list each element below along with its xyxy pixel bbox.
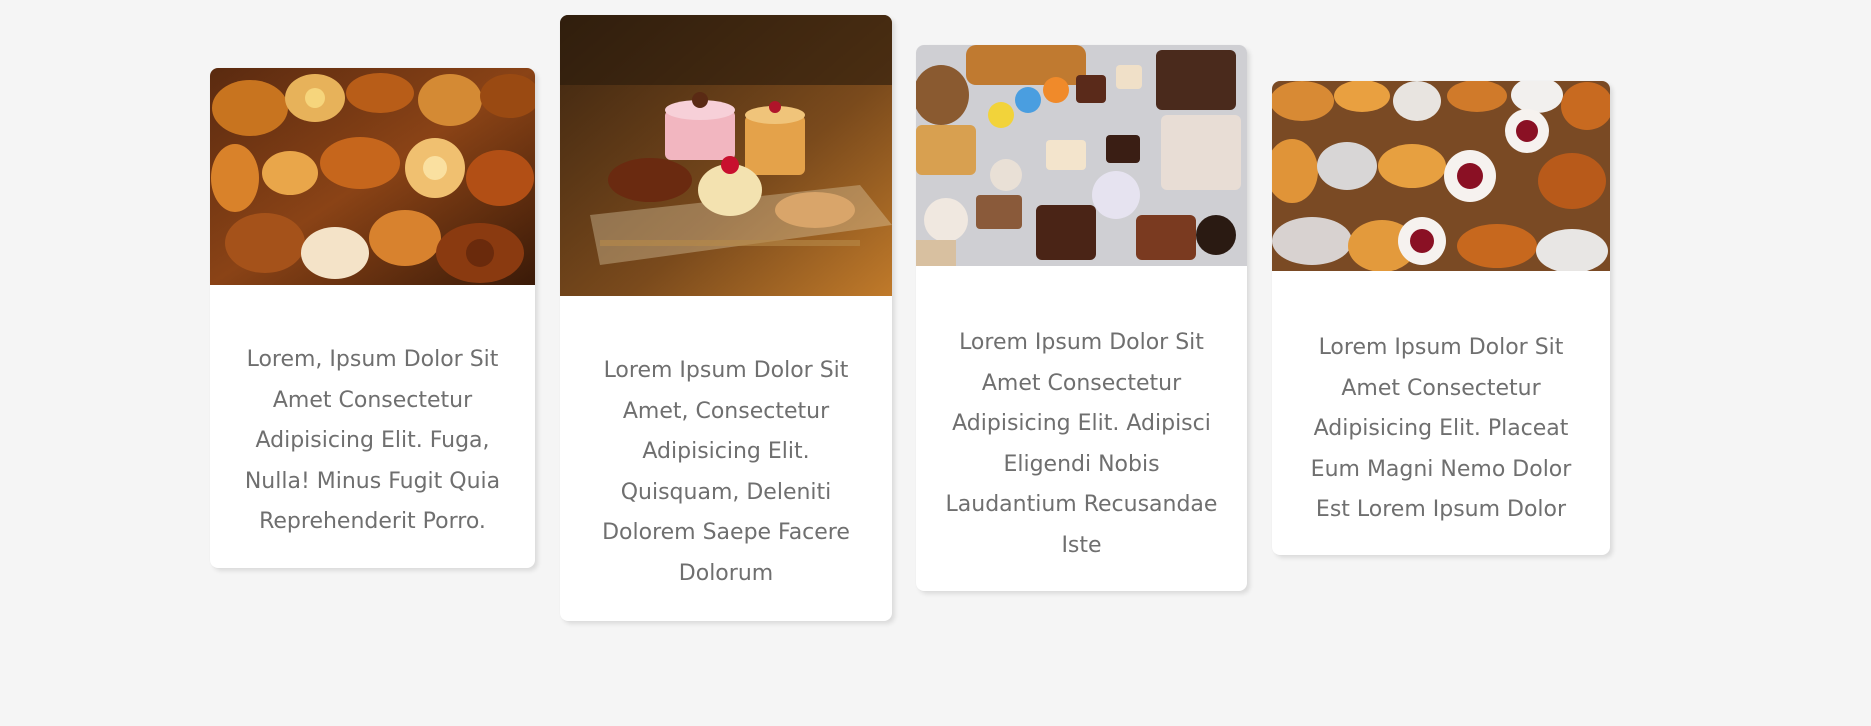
- card-1-photo: [210, 68, 535, 285]
- cards-section: Lorem, Ipsum Dolor Sit Amet Consectetur …: [0, 0, 1871, 726]
- pastry-card-3: Lorem Ipsum Dolor Sit Amet Consectetur A…: [916, 45, 1247, 591]
- card-3-photo-art: [916, 45, 1247, 266]
- card-3-photo: [916, 45, 1247, 266]
- card-4-photo: [1272, 81, 1610, 271]
- card-1-description: Lorem, Ipsum Dolor Sit Amet Consectetur …: [244, 347, 501, 534]
- card-2-description: Lorem Ipsum Dolor Sit Amet, Consectetur …: [602, 358, 850, 586]
- card-4-photo-art: [1272, 81, 1610, 271]
- pastry-card-1: Lorem, Ipsum Dolor Sit Amet Consectetur …: [210, 68, 535, 568]
- pastry-card-2: Lorem Ipsum Dolor Sit Amet, Consectetur …: [560, 15, 892, 621]
- card-2-photo-art: [560, 15, 892, 296]
- card-3-description: Lorem Ipsum Dolor Sit Amet Consectetur A…: [945, 330, 1218, 558]
- card-2-photo: [560, 15, 892, 296]
- card-1-photo-art: [210, 68, 535, 285]
- card-4-description: Lorem Ipsum Dolor Sit Amet Consectetur A…: [1310, 335, 1572, 522]
- pastry-card-4: Lorem Ipsum Dolor Sit Amet Consectetur A…: [1272, 81, 1610, 555]
